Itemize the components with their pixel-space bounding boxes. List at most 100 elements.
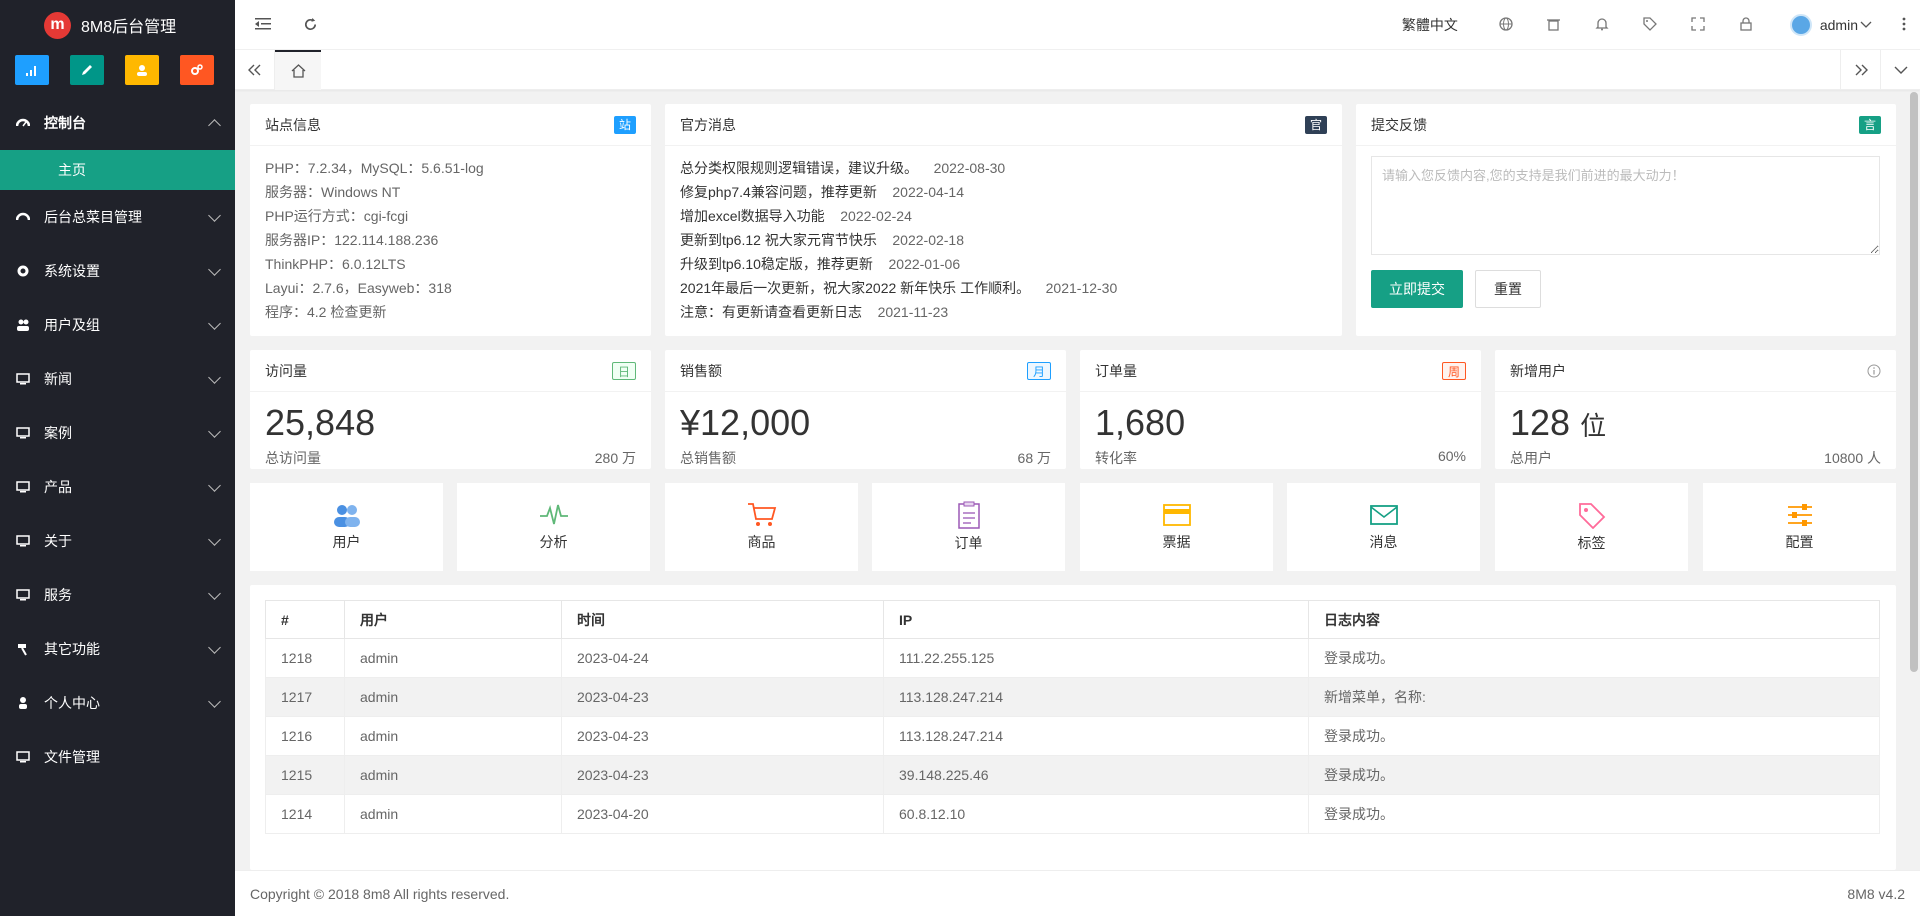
avatar <box>1789 14 1812 36</box>
version: 8M8 v4.2 <box>1847 885 1905 902</box>
sidebar-item-services[interactable]: 服务 <box>0 568 235 622</box>
footer: Copyright © 2018 8m8 All rights reserved… <box>235 870 1920 916</box>
tabs-scroll-left-icon[interactable] <box>235 50 275 90</box>
stat-card-sales: 销售额 月 ¥12,000 总销售额 68 万 <box>665 350 1066 469</box>
stat-extra: 280 万 <box>594 450 636 466</box>
sidebar-item-users-groups[interactable]: 用户及组 <box>0 298 235 352</box>
table-cell: 113.128.247.214 <box>883 677 1309 717</box>
column-header[interactable]: 日志内容 <box>1308 600 1880 639</box>
tag-icon[interactable] <box>1626 16 1674 34</box>
signal-icon[interactable] <box>15 55 49 85</box>
shortcut-analysis[interactable]: 分析 <box>457 483 650 571</box>
table-cell: 1216 <box>265 716 345 756</box>
news-item[interactable]: 升级到tp6.10稳定版，推荐更新 2022-01-06 <box>680 252 1327 276</box>
table-row[interactable]: 1218 admin 2023-04-24 111.22.255.125 登录成… <box>265 638 1880 678</box>
stat-value: 1,680 <box>1095 402 1186 443</box>
sidebar-item-personal-center[interactable]: 个人中心 <box>0 676 235 730</box>
pencil-icon[interactable] <box>70 55 104 85</box>
sidebar-item-cases[interactable]: 案例 <box>0 406 235 460</box>
tabs-dropdown-icon[interactable] <box>1880 50 1920 90</box>
collapse-sidebar-icon[interactable] <box>255 17 271 35</box>
submit-button[interactable]: 立即提交 <box>1371 270 1463 308</box>
sidebar-item-about[interactable]: 关于 <box>0 514 235 568</box>
chevron-down-icon <box>208 209 221 222</box>
card-title: 订单量 <box>1095 362 1137 379</box>
column-header[interactable]: 用户 <box>344 600 562 639</box>
language-switch[interactable]: 繁體中文 <box>1402 15 1458 35</box>
monitor-icon <box>16 534 30 548</box>
table-cell: 113.128.247.214 <box>883 716 1309 756</box>
sidebar-item-dashboard[interactable]: 控制台 <box>0 96 235 150</box>
lock-icon[interactable] <box>1722 16 1770 34</box>
sidebar-item-file-management[interactable]: 文件管理 <box>0 730 235 784</box>
chevron-down-icon <box>208 317 221 330</box>
stat-label: 转化率 <box>1095 450 1137 466</box>
sidebar-item-products[interactable]: 产品 <box>0 460 235 514</box>
chevron-up-icon <box>208 119 221 132</box>
table-cell: 登录成功。 <box>1308 794 1880 834</box>
sidebar-item-news[interactable]: 新闻 <box>0 352 235 406</box>
shortcut-label: 订单 <box>954 535 983 551</box>
sidebar-item-system-settings[interactable]: 系统设置 <box>0 244 235 298</box>
info-line: ThinkPHP：6.0.12LTS <box>265 256 406 272</box>
table-cell: 登录成功。 <box>1308 755 1880 795</box>
column-header[interactable]: 时间 <box>561 600 884 639</box>
user-menu[interactable]: admin <box>1789 14 1872 36</box>
quick-actions <box>0 50 235 90</box>
fullscreen-icon[interactable] <box>1674 16 1722 34</box>
reset-button[interactable]: 重置 <box>1475 270 1541 308</box>
sidebar-item-other-functions[interactable]: 其它功能 <box>0 622 235 676</box>
news-item[interactable]: 总分类权限规则逻辑错误，建议升级。 2022-08-30 <box>680 156 1327 180</box>
chevron-down-icon <box>208 263 221 276</box>
table-cell: 60.8.12.10 <box>883 794 1309 834</box>
globe-icon[interactable] <box>1482 16 1530 34</box>
chevron-down-icon <box>208 425 221 438</box>
refresh-icon[interactable] <box>303 17 318 36</box>
news-item[interactable]: 2021年最后一次更新，祝大家2022 新年快乐 工作顺利。 2021-12-3… <box>680 276 1327 300</box>
table-row[interactable]: 1217 admin 2023-04-23 113.128.247.214 新增… <box>265 677 1880 717</box>
sidebar-subitem-home[interactable]: 主页 <box>0 150 235 190</box>
sidebar-item-label: 其它功能 <box>44 641 100 657</box>
table-row[interactable]: 1214 admin 2023-04-20 60.8.12.10 登录成功。 <box>265 794 1880 834</box>
table-row[interactable]: 1216 admin 2023-04-23 113.128.247.214 登录… <box>265 716 1880 756</box>
shortcut-orders[interactable]: 订单 <box>872 483 1065 571</box>
info-icon[interactable] <box>1867 364 1881 381</box>
monitor-icon <box>16 426 30 440</box>
shortcut-invoices[interactable]: 票据 <box>1080 483 1273 571</box>
app-logo[interactable]: m 8M8后台管理 <box>0 0 235 50</box>
shortcut-users[interactable]: 用户 <box>250 483 443 571</box>
sidebar-item-menu-management[interactable]: 后台总菜目管理 <box>0 190 235 244</box>
home-icon <box>291 64 305 78</box>
column-header[interactable]: IP <box>883 600 1309 639</box>
page-scrollbar[interactable] <box>1910 92 1918 672</box>
monitor-icon <box>16 750 30 764</box>
stat-value: 25,848 <box>265 402 376 443</box>
sidebar-item-label: 服务 <box>44 587 72 603</box>
shortcut-messages[interactable]: 消息 <box>1287 483 1480 571</box>
shortcut-label: 消息 <box>1369 534 1398 550</box>
trash-icon[interactable] <box>1530 17 1578 34</box>
users-icon[interactable] <box>125 55 159 85</box>
news-item[interactable]: 增加excel数据导入功能 2022-02-24 <box>680 204 1327 228</box>
news-item[interactable]: 修复php7.4兼容问题，推荐更新 2022-04-14 <box>680 180 1327 204</box>
monitor-icon <box>16 588 30 602</box>
shortcut-products[interactable]: 商品 <box>665 483 858 571</box>
news-item[interactable]: 注意：有更新请查看更新日志 2021-11-23 <box>680 300 1327 324</box>
shortcut-tags[interactable]: 标签 <box>1495 483 1688 571</box>
user-icon <box>16 696 30 710</box>
bell-icon[interactable] <box>1578 17 1626 34</box>
stat-unit: 位 <box>1580 411 1607 441</box>
shortcut-config[interactable]: 配置 <box>1703 483 1896 571</box>
gears-icon[interactable] <box>180 55 214 85</box>
news-item[interactable]: 更新到tp6.12 祝大家元宵节快乐 2022-02-18 <box>680 228 1327 252</box>
tabs-scroll-right-icon[interactable] <box>1840 50 1880 90</box>
more-icon[interactable] <box>1894 17 1914 34</box>
site-info-list: PHP：7.2.34，MySQL：5.6.51-log 服务器：Windows … <box>250 146 651 334</box>
table-row[interactable]: 1215 admin 2023-04-23 39.148.225.46 登录成功… <box>265 755 1880 795</box>
cart-icon <box>747 503 776 526</box>
feedback-textarea[interactable] <box>1371 156 1880 255</box>
column-header[interactable]: # <box>265 600 345 639</box>
tab-home[interactable] <box>275 50 321 90</box>
badge: 月 <box>1026 362 1051 380</box>
stat-card-orders: 订单量 周 1,680 转化率 60% <box>1080 350 1481 469</box>
